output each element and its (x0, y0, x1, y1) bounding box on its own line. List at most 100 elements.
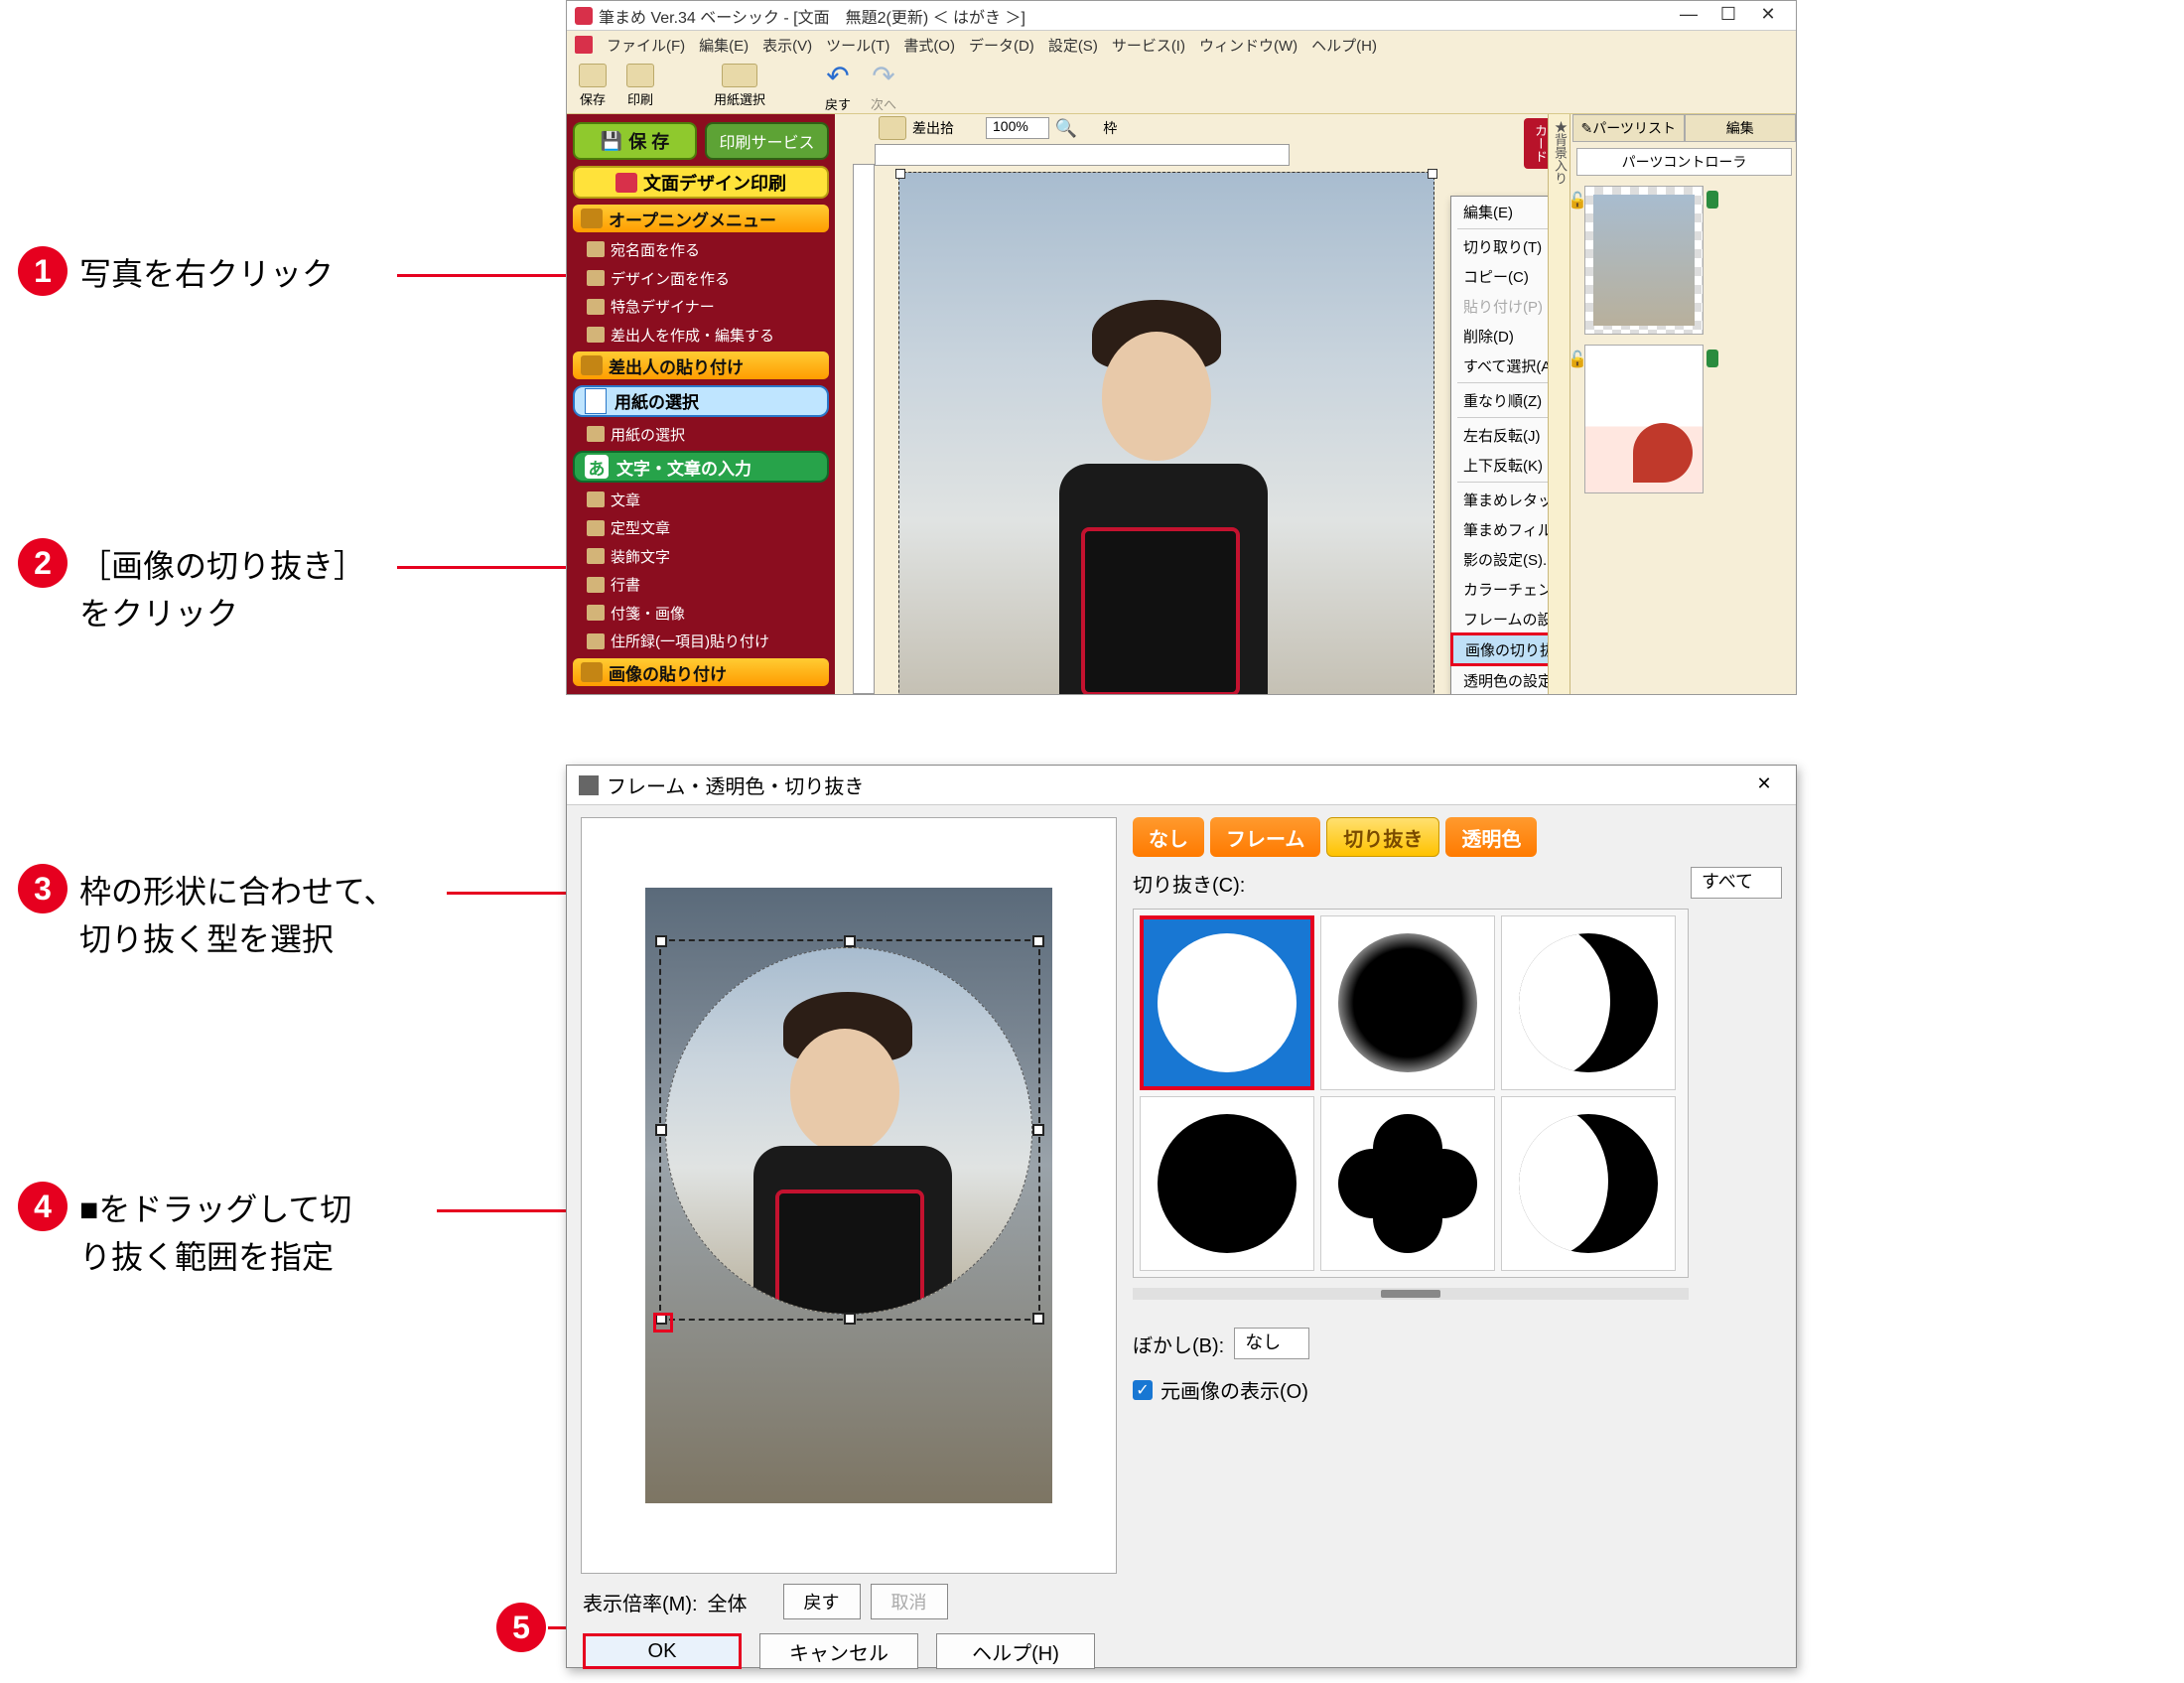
shape-grid-scrollbar[interactable] (1133, 1288, 1689, 1300)
pin-icon-2[interactable] (1706, 350, 1718, 367)
left-sidebar: 💾保 存 印刷サービス 文面デザイン印刷 オープニングメニュー 宛名面を作る デ… (567, 114, 835, 694)
t6-icon (587, 633, 605, 649)
toolbar-undo[interactable]: ↶戻す (825, 60, 851, 113)
menu-window[interactable]: ウィンドウ(W) (1199, 35, 1297, 56)
sidebar-sub-sender-label: 差出人を作成・編集する (611, 325, 774, 346)
sidebar-sub-design[interactable]: デザイン面を作る (573, 267, 829, 290)
zoom-plus-icon[interactable]: 🔍 (1055, 118, 1077, 139)
crop-filter-select[interactable]: すべて (1691, 867, 1782, 899)
menu-file[interactable]: ファイル(F) (607, 35, 685, 56)
sidebar-t5[interactable]: 付箋・画像 (573, 602, 829, 625)
toolbar-redo[interactable]: ↷次へ (871, 60, 896, 113)
cancel-button[interactable]: キャンセル (759, 1633, 918, 1669)
handle-mid-left[interactable] (655, 1124, 667, 1136)
toolbar-paper[interactable]: 用紙選択 (714, 64, 765, 108)
maximize-button[interactable]: ☐ (1708, 4, 1748, 28)
handle-top-left[interactable] (655, 935, 667, 947)
sidebar-opening-menu[interactable]: オープニングメニュー (573, 205, 829, 232)
print-icon (626, 64, 654, 87)
sidebar-sub-sender[interactable]: 差出人を作成・編集する (573, 324, 829, 347)
undo-button: 取消 (871, 1584, 948, 1619)
sidebar-design-print-button[interactable]: 文面デザイン印刷 (573, 166, 829, 199)
highlighted-handle[interactable] (653, 1313, 673, 1332)
zoom-select[interactable]: 100% (986, 117, 1049, 139)
sidebar-t6[interactable]: 住所録(一項目)貼り付け (573, 631, 829, 653)
rp-tab-edit[interactable]: 編集 (1685, 114, 1797, 142)
sidebar-sender-paste[interactable]: 差出人の貼り付け (573, 351, 829, 379)
sidebar-t4[interactable]: 行書 (573, 574, 829, 597)
sidebar-sub-express-label: 特急デザイナー (611, 296, 715, 317)
sidebar-design-print-label: 文面デザイン印刷 (643, 170, 786, 196)
shape-moon-2[interactable] (1501, 1096, 1676, 1271)
sidebar-print-service-button[interactable]: 印刷サービス (705, 122, 829, 160)
menu-settings[interactable]: 設定(S) (1048, 35, 1098, 56)
rp-tab-parts-list[interactable]: ✎パーツリスト (1572, 114, 1685, 142)
sidebar-sub-addr[interactable]: 宛名面を作る (573, 238, 829, 261)
seg-tab-frame[interactable]: フレーム (1210, 817, 1320, 857)
sidebar-sub-design-label: デザイン面を作る (611, 268, 730, 289)
shape-clover[interactable] (1320, 1096, 1495, 1271)
photo-face (1102, 332, 1211, 461)
selection-rect[interactable] (659, 939, 1040, 1321)
lock-icon-2[interactable]: 🔓 (1568, 350, 1587, 369)
handle-mid-right[interactable] (1032, 1124, 1044, 1136)
handle-top-right[interactable] (1032, 935, 1044, 947)
menu-data[interactable]: データ(D) (969, 35, 1034, 56)
sidebar-t2[interactable]: 定型文章 (573, 517, 829, 540)
toolbar-print[interactable]: 印刷 (626, 64, 654, 108)
show-original-checkbox[interactable]: ✓ (1133, 1380, 1153, 1400)
sidebar-sub-addr-label: 宛名面を作る (611, 239, 700, 260)
revert-button[interactable]: 戻す (783, 1584, 861, 1619)
menu-edit[interactable]: 編集(E) (699, 35, 749, 56)
sidebar-paper-select-sub[interactable]: 用紙の選択 (573, 423, 829, 446)
menu-tool[interactable]: ツール(T) (826, 35, 889, 56)
zoom-select-dialog[interactable]: 全体 (708, 1588, 748, 1616)
handle-bottom-right[interactable] (1032, 1313, 1044, 1325)
zoom-icon[interactable] (879, 116, 906, 140)
blur-select[interactable]: なし (1234, 1328, 1309, 1359)
seg-tab-transparent[interactable]: 透明色 (1445, 817, 1537, 857)
blur-label: ぼかし(B): (1133, 1330, 1224, 1358)
close-button[interactable]: ✕ (1748, 4, 1788, 28)
menu-view[interactable]: 表示(V) (762, 35, 812, 56)
toolbar-undo-label: 戻す (825, 94, 851, 113)
shape-fuzzy-circle[interactable] (1320, 915, 1495, 1090)
lock-icon[interactable]: 🔓 (1568, 191, 1587, 210)
sidebar-t1[interactable]: 文章 (573, 489, 829, 511)
minimize-button[interactable]: — (1669, 4, 1708, 28)
handle-mid-bottom[interactable] (844, 1313, 856, 1325)
ok-button[interactable]: OK (583, 1633, 742, 1669)
dialog-close-button[interactable]: ✕ (1744, 773, 1784, 797)
sidebar-paper-select[interactable]: 用紙の選択 (573, 385, 829, 417)
sidebar-sub-express[interactable]: 特急デザイナー (573, 295, 829, 318)
right-panel: ★背景入り ✎パーツリスト 編集 パーツコントローラ 🔓 🔓 (1548, 114, 1796, 694)
thumb-flower[interactable]: 🔓 (1584, 345, 1704, 493)
toolbar-save[interactable]: 保存 (579, 64, 607, 108)
shape-circle[interactable] (1140, 915, 1314, 1090)
rp-parts-controller[interactable]: パーツコントローラ (1576, 148, 1792, 176)
preview-photo[interactable] (645, 888, 1052, 1503)
menu-format[interactable]: 書式(O) (903, 35, 955, 56)
handle-mid-top[interactable] (844, 935, 856, 947)
seg-tab-crop[interactable]: 切り抜き (1326, 817, 1439, 857)
step-1-bullet: 1 (18, 246, 68, 296)
sidebar-save-button[interactable]: 💾保 存 (573, 122, 697, 160)
opening-icon (581, 209, 603, 228)
help-button[interactable]: ヘルプ(H) (936, 1633, 1095, 1669)
paper-icon (722, 64, 757, 87)
sidebar-image-paste[interactable]: 画像の貼り付け (573, 658, 829, 686)
sidebar-paper-select-sub-label: 用紙の選択 (611, 424, 685, 445)
shape-moon[interactable] (1501, 915, 1676, 1090)
sidebar-t3[interactable]: 装飾文字 (573, 545, 829, 568)
thumb-photo[interactable]: 🔓 (1584, 186, 1704, 335)
red-tab-card[interactable]: カード (1524, 118, 1550, 169)
shape-solid-circle[interactable] (1140, 1096, 1314, 1271)
pin-icon[interactable] (1706, 191, 1718, 209)
menu-service[interactable]: サービス(I) (1112, 35, 1185, 56)
dialog-title: フレーム・透明色・切り抜き (607, 771, 864, 799)
sidebar-text-input[interactable]: あ文字・文章の入力 (573, 451, 829, 483)
clover-icon (1338, 1114, 1477, 1253)
menu-help[interactable]: ヘルプ(H) (1311, 35, 1377, 56)
canvas-photo[interactable] (898, 172, 1434, 695)
seg-tab-none[interactable]: なし (1133, 817, 1204, 857)
